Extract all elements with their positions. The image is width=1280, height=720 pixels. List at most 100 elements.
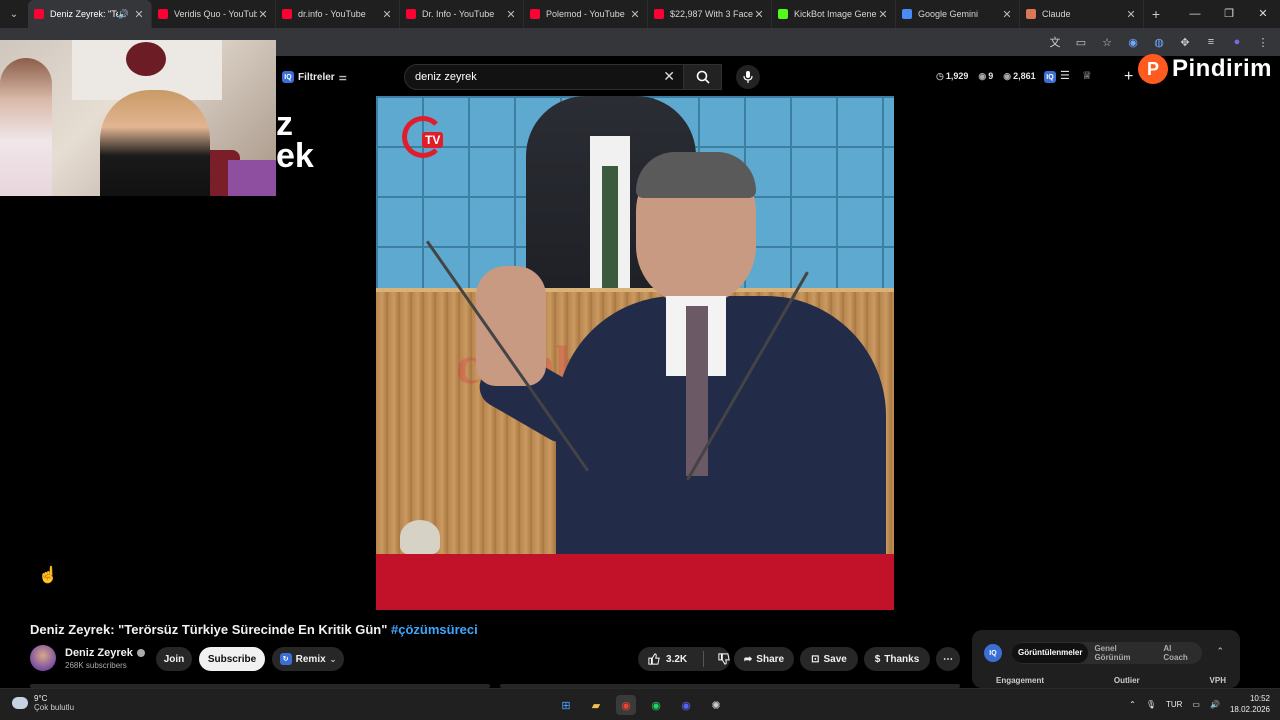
channel-name[interactable]: Deniz Zeyrek [65,647,145,659]
browser-tab[interactable]: $22,987 With 3 Facel ✕ [648,0,772,28]
close-window-button[interactable]: ✕ [1246,0,1280,28]
puzzle-icon[interactable]: ✥ [1176,33,1194,51]
chrome-icon[interactable]: ◉ [616,695,636,715]
column-vph: VPH [1209,676,1226,685]
discord-icon[interactable]: ◉ [676,695,696,715]
iq-panel-logo: IQ [984,644,1002,662]
translate-icon[interactable]: 文 [1046,33,1064,51]
network-icon[interactable]: ▭ [1192,700,1200,709]
tray-chevron-icon[interactable]: ⌃ [1129,700,1136,709]
weather-condition: Çok bulutlu [34,703,75,712]
media-controls-icon[interactable]: ≡ [1202,33,1220,51]
close-tab-icon[interactable]: ✕ [1001,8,1013,21]
tab-audio-icon[interactable]: 🔊 [118,9,129,20]
profile-avatar[interactable]: ● [1228,33,1246,51]
trophy-icon[interactable]: ♕ [1082,69,1092,82]
thumbs-down-icon[interactable] [718,652,730,666]
overlay-partial-text: z ek [276,105,314,175]
equalizer-icon[interactable]: ☰ [1060,69,1070,82]
bookmark-star-icon[interactable]: ☆ [1098,33,1116,51]
video-speaker [472,152,886,556]
tab-search-button[interactable]: ⌄ [0,0,28,28]
thanks-button[interactable]: $ Thanks [864,647,930,671]
tab-goruntulenmeler[interactable]: Görüntülenmeler [1012,643,1089,663]
search-input[interactable] [415,65,655,89]
like-count[interactable]: 3.2K [666,654,687,665]
iq-panel-columns: Engagement Outlier VPH [996,676,1226,685]
close-tab-icon[interactable]: ✕ [629,8,641,21]
close-tab-icon[interactable]: ✕ [753,8,765,21]
browser-tab[interactable]: dr.info - YouTube ✕ [276,0,400,28]
iq-extension-button[interactable]: IQ [1044,71,1056,83]
file-explorer-icon[interactable]: ▰ [586,695,606,715]
browser-tab[interactable]: KickBot Image Gener ✕ [772,0,896,28]
tab-ai-coach[interactable]: AI Coach [1157,644,1202,662]
video-teapot [400,520,440,554]
tab-title: KickBot Image Gener [794,9,877,19]
save-button[interactable]: ⊡ Save [800,647,858,671]
volume-icon[interactable]: 🔊 [1210,700,1220,709]
cast-icon[interactable]: ▭ [1072,33,1090,51]
browser-tab[interactable]: Polemod - YouTube ✕ [524,0,648,28]
close-tab-icon[interactable]: ✕ [133,8,145,21]
browser-tab[interactable]: Google Gemini ✕ [896,0,1020,28]
thumbs-up-icon[interactable] [648,652,660,666]
create-button[interactable]: + [1124,68,1133,86]
close-tab-icon[interactable]: ✕ [257,8,269,21]
video-title-text: Deniz Zeyrek: "Terörsüz Türkiye Sürecind… [30,622,388,637]
video-player[interactable]: cumhuriyet TV [376,96,894,610]
filter-button[interactable]: IQ Filtreler ⚌ [282,70,347,84]
taskbar-clock[interactable]: 10:52 18.02.2026 [1230,693,1270,715]
bookmark-icon: ⊡ [811,653,820,665]
extension-iq-icon[interactable]: ◍ [1150,33,1168,51]
more-actions-button[interactable]: ⋯ [936,647,960,671]
filter-label: Filtreler [298,71,335,83]
collapse-panel-icon[interactable]: ⌃ [1216,646,1224,657]
remix-button[interactable]: ↻ Remix ⌄ [272,647,344,671]
video-hashtag[interactable]: #çözümsüreci [391,622,478,637]
tab-genel-gorunum[interactable]: Genel Görünüm [1088,644,1157,662]
subscribe-button[interactable]: Subscribe [199,647,265,671]
join-button[interactable]: Join [156,647,192,671]
browser-app-icon[interactable]: ✺ [706,695,726,715]
maximize-button[interactable]: ❐ [1212,0,1246,28]
language-indicator[interactable]: TUR [1166,700,1182,709]
share-label: Share [756,653,785,665]
clock-date: 18.02.2026 [1229,705,1270,714]
share-button[interactable]: ➦ Share [734,647,794,671]
clear-search-icon[interactable]: ✕ [663,68,675,85]
extension-icon[interactable]: ◉ [1124,33,1142,51]
spotify-icon[interactable]: ◉ [646,695,666,715]
channel-avatar[interactable] [30,645,56,671]
search-button[interactable] [683,65,721,89]
iq-panel-tabs: Görüntülenmeler Genel Görünüm AI Coach [1012,642,1202,664]
tab-favicon-icon [902,9,912,19]
kebab-menu-icon[interactable]: ⋮ [1254,33,1272,51]
minimize-button[interactable]: — [1178,0,1212,28]
remix-icon: ↻ [279,653,292,665]
channel-info: Deniz Zeyrek 268K subscribers [30,645,145,671]
tab-title: Dr. Info - YouTube [422,9,495,19]
close-tab-icon[interactable]: ✕ [381,8,393,21]
close-tab-icon[interactable]: ✕ [877,8,889,21]
voice-search-button[interactable] [736,65,760,89]
weather-temp: 9°C [34,694,48,703]
extension-stats: ◷ 1,929 ◉ 9 ◉ 2,861 [936,71,1036,82]
tab-favicon-icon [34,9,44,19]
pindirim-brand-text: Pindirim [1172,55,1273,82]
new-tab-button[interactable]: + [1144,6,1168,22]
weather-widget[interactable]: 9°C Çok bulutlu [12,694,74,712]
close-tab-icon[interactable]: ✕ [505,8,517,21]
browser-tab[interactable]: Claude ✕ [1020,0,1144,28]
like-divider [703,651,704,667]
tray-mic-icon[interactable]: 🎙 [1146,700,1156,709]
windows-start-icon[interactable]: ⊞ [556,695,576,715]
close-tab-icon[interactable]: ✕ [1125,8,1137,21]
tab-title: Claude [1042,9,1071,19]
system-tray: ⌃ 🎙 TUR ▭ 🔊 10:52 18.02.2026 [1129,693,1270,715]
browser-tab[interactable]: Veridis Quo - YouTub ✕ [152,0,276,28]
browser-tab[interactable]: Deniz Zeyrek: "Te 🔊 ✕ [28,0,152,28]
stat-small-views: ◉ 9 [978,71,994,81]
browser-tab[interactable]: Dr. Info - YouTube ✕ [400,0,524,28]
tab-title: Veridis Quo - YouTub [174,9,257,19]
